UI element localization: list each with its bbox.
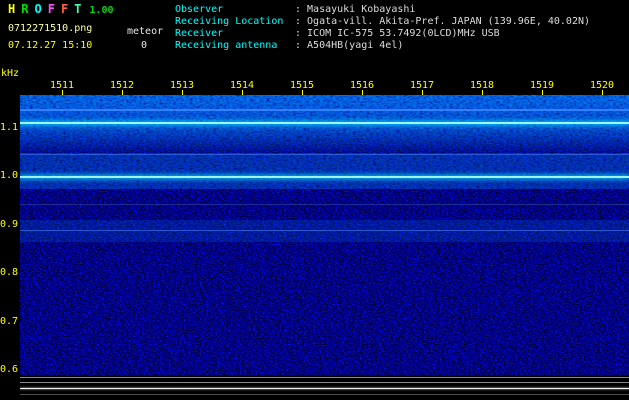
spectrogram-noise xyxy=(20,95,629,375)
time-tick-label: 1519 xyxy=(529,80,555,91)
app-logo: H R O F F T 1.00 xyxy=(8,3,114,17)
freq-tick-label: 1.0 xyxy=(0,170,19,181)
carrier-line xyxy=(20,154,629,155)
carrier-line xyxy=(20,204,629,205)
station-info: Observer: Masayuki Kobayashi Receiving Lo… xyxy=(175,4,590,52)
logo-letter: H xyxy=(8,2,16,16)
time-tick-label: 1514 xyxy=(229,80,255,91)
info-label: Receiving antenna xyxy=(175,40,278,51)
station-info-row: Receiving antenna : A504HB(yagi 4el) xyxy=(175,40,590,52)
freq-unit-label: kHz xyxy=(1,68,20,79)
output-filename: 0712271510.png xyxy=(8,23,93,34)
logo-letters: HROFFT xyxy=(8,2,87,16)
level-grid-line xyxy=(20,394,629,395)
time-tick-label: 1516 xyxy=(349,80,375,91)
time-tick-label: 1512 xyxy=(109,80,135,91)
station-info-row: Receiver : ICOM IC-575 53.7492(0LCD)MHz U… xyxy=(175,28,590,40)
logo-letter: O xyxy=(34,2,42,16)
carrier-line xyxy=(20,122,629,124)
signal-level-trace xyxy=(20,388,629,389)
carrier-line xyxy=(20,176,629,178)
time-tick-label: 1517 xyxy=(409,80,435,91)
freq-tick-label: 0.9 xyxy=(0,219,19,230)
time-tick-label: 1518 xyxy=(469,80,495,91)
hrofft-window: H R O F F T 1.00 0712271510.png meteor 07.12.2… xyxy=(0,0,629,400)
carrier-line xyxy=(20,230,629,231)
station-info-row: Observer : Masayuki Kobayashi xyxy=(175,4,590,16)
mode-label: meteor xyxy=(127,26,164,37)
info-label: Observer xyxy=(175,4,224,15)
app-version: 1.00 xyxy=(89,5,114,16)
time-tick-label: 1520 xyxy=(589,80,615,91)
info-label: Receiving Location xyxy=(175,16,284,27)
level-panel xyxy=(20,375,629,400)
carrier-line xyxy=(20,109,629,111)
datetime-label: 07.12.27 15:10 xyxy=(8,40,93,51)
freq-tick-label: 0.8 xyxy=(0,267,19,278)
time-tick-label: 1513 xyxy=(169,80,195,91)
info-value: : Ogata-vill. Akita-Pref. JAPAN (139.96E… xyxy=(295,16,591,27)
station-info-row: Receiving Location : Ogata-vill. Akita-Pr… xyxy=(175,16,590,28)
logo-letter: F xyxy=(60,2,69,16)
info-label: Receiver xyxy=(175,28,224,39)
meteor-count: 0 xyxy=(141,40,148,51)
info-value: : A504HB(yagi 4el) xyxy=(295,40,404,51)
logo-letter: F xyxy=(47,2,55,16)
freq-tick-label: 0.6 xyxy=(0,364,19,375)
level-grid-line xyxy=(20,377,629,378)
logo-letter: R xyxy=(21,2,29,16)
info-value: : ICOM IC-575 53.7492(0LCD)MHz USB xyxy=(295,28,500,39)
logo-letter: T xyxy=(74,2,82,16)
info-value: : Masayuki Kobayashi xyxy=(295,4,416,15)
time-tick-label: 1511 xyxy=(49,80,75,91)
time-tick-label: 1515 xyxy=(289,80,315,91)
freq-tick-label: 0.7 xyxy=(0,316,19,327)
spectrogram-plot xyxy=(20,95,629,375)
level-grid-line xyxy=(20,382,629,383)
freq-tick-label: 1.1 xyxy=(0,122,19,133)
